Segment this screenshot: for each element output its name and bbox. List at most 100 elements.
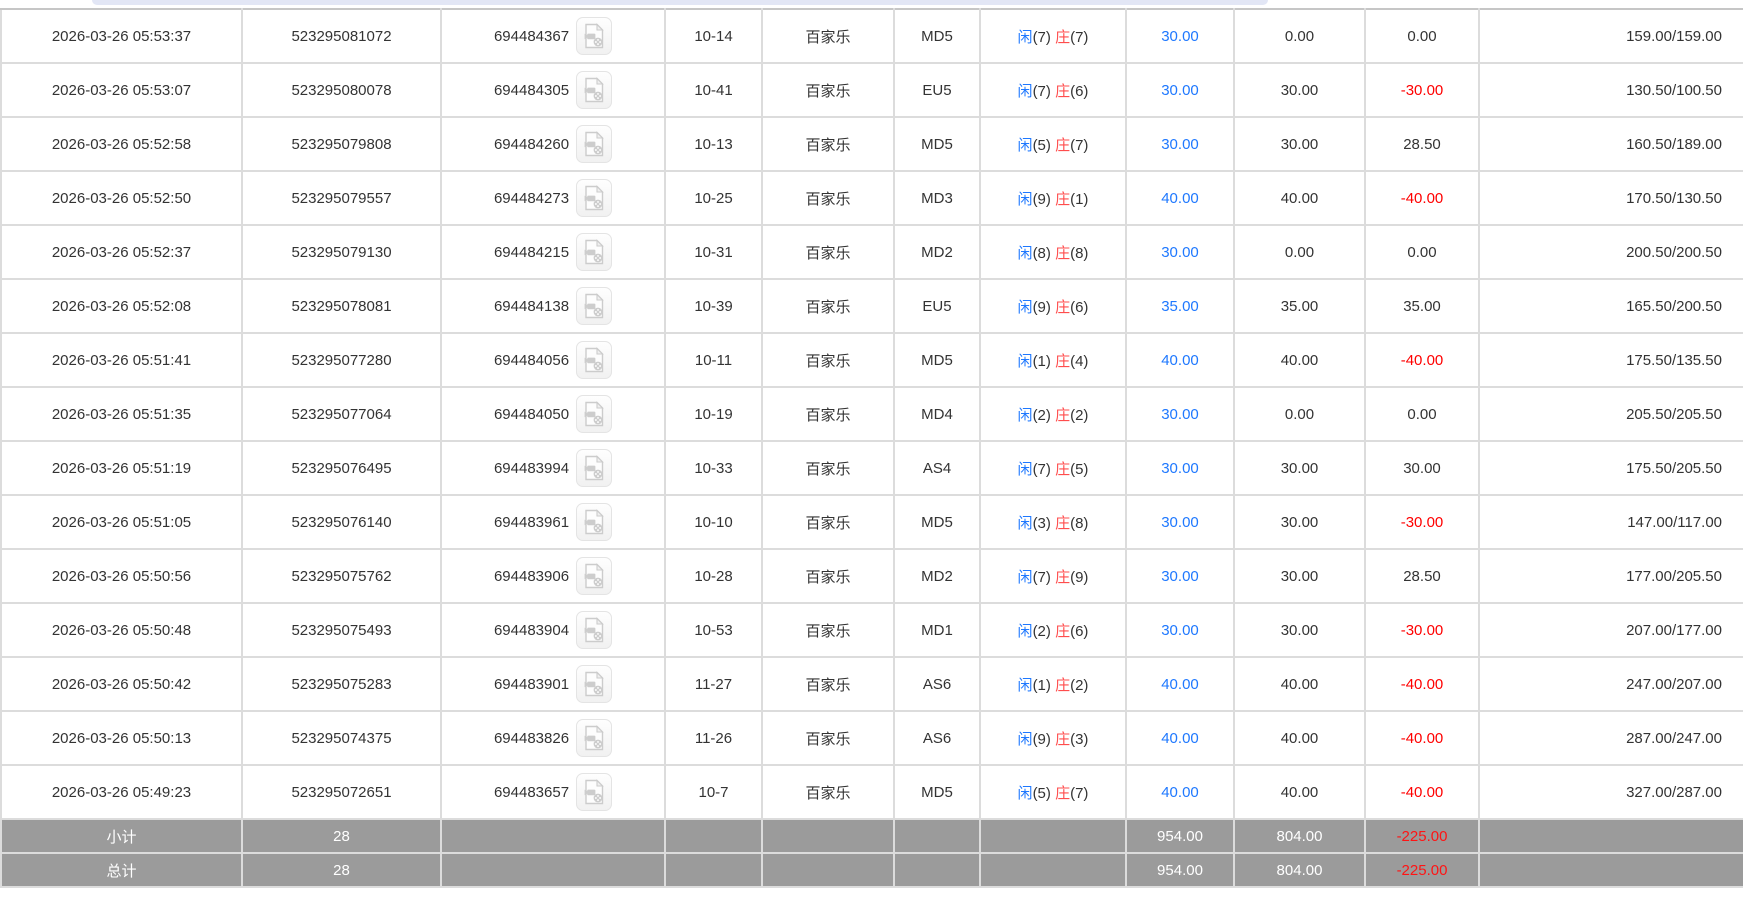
video-replay-button[interactable]: [576, 665, 612, 703]
cell-bet-amount: 30.00: [1126, 9, 1234, 63]
video-file-icon: [583, 131, 605, 157]
cell-bet-amount: 30.00: [1126, 63, 1234, 117]
cell-game-number: 694483906: [441, 549, 665, 603]
video-replay-button[interactable]: [576, 287, 612, 325]
cell-bet-id: 523295079557: [242, 171, 441, 225]
cell-balance: 205.50/205.50: [1479, 387, 1743, 441]
video-replay-button[interactable]: [576, 179, 612, 217]
cell-round: 11-26: [665, 711, 762, 765]
subtotal-win-loss-total: -225.00: [1365, 819, 1479, 853]
video-replay-button[interactable]: [576, 611, 612, 649]
video-replay-button[interactable]: [576, 233, 612, 271]
cell-game-number: 694484056: [441, 333, 665, 387]
cell-result: 闲(1) 庄(2): [980, 657, 1126, 711]
cell-bet-amount: 30.00: [1126, 603, 1234, 657]
video-replay-button[interactable]: [576, 341, 612, 379]
video-replay-button[interactable]: [576, 773, 612, 811]
cell-win-loss: -30.00: [1365, 603, 1479, 657]
page: 2026-03-26 05:53:37523295081072694484367…: [0, 0, 1743, 908]
cell-round: 10-11: [665, 333, 762, 387]
cell-table-code: AS6: [894, 711, 980, 765]
cell-bet-id: 523295075762: [242, 549, 441, 603]
cell-round: 10-33: [665, 441, 762, 495]
cell-bet-id: 523295075283: [242, 657, 441, 711]
cell-win-loss: 30.00: [1365, 441, 1479, 495]
cell-result: 闲(7) 庄(5): [980, 441, 1126, 495]
cell-game-number: 694483901: [441, 657, 665, 711]
cell-time: 2026-03-26 05:53:07: [1, 63, 242, 117]
video-replay-button[interactable]: [576, 719, 612, 757]
cell-result: 闲(9) 庄(6): [980, 279, 1126, 333]
total-valid-total: 804.00: [1234, 853, 1365, 887]
cell-game-name: 百家乐: [762, 549, 894, 603]
video-file-icon: [583, 293, 605, 319]
cell-balance: 327.00/287.00: [1479, 765, 1743, 819]
cell-round: 10-14: [665, 9, 762, 63]
total-empty-cell: [665, 853, 762, 887]
video-file-icon: [583, 671, 605, 697]
cell-balance: 165.50/200.50: [1479, 279, 1743, 333]
total-empty-cell: [441, 853, 665, 887]
cell-round: 10-10: [665, 495, 762, 549]
cell-table-code: MD5: [894, 333, 980, 387]
cell-round: 10-7: [665, 765, 762, 819]
cell-bet-id: 523295074375: [242, 711, 441, 765]
cell-bet-amount: 30.00: [1126, 387, 1234, 441]
cell-bet-amount: 30.00: [1126, 441, 1234, 495]
cell-round: 10-28: [665, 549, 762, 603]
video-replay-button[interactable]: [576, 557, 612, 595]
video-replay-button[interactable]: [576, 125, 612, 163]
video-replay-button[interactable]: [576, 71, 612, 109]
cell-game-number: 694484273: [441, 171, 665, 225]
cell-round: 10-19: [665, 387, 762, 441]
video-replay-button[interactable]: [576, 449, 612, 487]
cell-table-code: MD2: [894, 225, 980, 279]
cell-bet-id: 523295077280: [242, 333, 441, 387]
table-row: 2026-03-26 05:51:41523295077280694484056…: [1, 333, 1743, 387]
video-replay-button[interactable]: [576, 17, 612, 55]
cell-bet-amount: 30.00: [1126, 225, 1234, 279]
cell-time: 2026-03-26 05:51:05: [1, 495, 242, 549]
video-replay-button[interactable]: [576, 503, 612, 541]
cell-bet-id: 523295078081: [242, 279, 441, 333]
game-number-text: 694484273: [494, 190, 569, 207]
cell-win-loss: 28.50: [1365, 117, 1479, 171]
game-number-text: 694484056: [494, 352, 569, 369]
game-number-text: 694484138: [494, 298, 569, 315]
subtotal-empty-cell: [665, 819, 762, 853]
cell-game-name: 百家乐: [762, 657, 894, 711]
game-number-text: 694483901: [494, 676, 569, 693]
cell-bet-amount: 40.00: [1126, 765, 1234, 819]
cell-game-name: 百家乐: [762, 63, 894, 117]
total-count: 28: [242, 853, 441, 887]
table-row: 2026-03-26 05:50:48523295075493694483904…: [1, 603, 1743, 657]
cell-bet-amount: 40.00: [1126, 171, 1234, 225]
cell-table-code: EU5: [894, 63, 980, 117]
cell-valid-amount: 30.00: [1234, 549, 1365, 603]
table-row: 2026-03-26 05:52:08523295078081694484138…: [1, 279, 1743, 333]
top-panel-edge: [92, 0, 1268, 5]
cell-balance: 147.00/117.00: [1479, 495, 1743, 549]
cell-table-code: MD5: [894, 765, 980, 819]
game-number-text: 694484215: [494, 244, 569, 261]
video-replay-button[interactable]: [576, 395, 612, 433]
game-number-text: 694483826: [494, 730, 569, 747]
cell-valid-amount: 30.00: [1234, 441, 1365, 495]
subtotal-row: 小计 28 954.00 804.00 -225.00: [1, 819, 1743, 853]
cell-game-name: 百家乐: [762, 9, 894, 63]
table-row: 2026-03-26 05:51:19523295076495694483994…: [1, 441, 1743, 495]
cell-win-loss: -40.00: [1365, 765, 1479, 819]
cell-bet-amount: 30.00: [1126, 495, 1234, 549]
cell-time: 2026-03-26 05:52:50: [1, 171, 242, 225]
cell-game-name: 百家乐: [762, 225, 894, 279]
cell-valid-amount: 40.00: [1234, 657, 1365, 711]
cell-table-code: MD3: [894, 171, 980, 225]
cell-result: 闲(7) 庄(6): [980, 63, 1126, 117]
cell-result: 闲(7) 庄(7): [980, 9, 1126, 63]
cell-game-number: 694484138: [441, 279, 665, 333]
cell-time: 2026-03-26 05:50:48: [1, 603, 242, 657]
subtotal-empty-cell: [762, 819, 894, 853]
cell-bet-amount: 40.00: [1126, 657, 1234, 711]
cell-time: 2026-03-26 05:50:13: [1, 711, 242, 765]
cell-game-name: 百家乐: [762, 495, 894, 549]
